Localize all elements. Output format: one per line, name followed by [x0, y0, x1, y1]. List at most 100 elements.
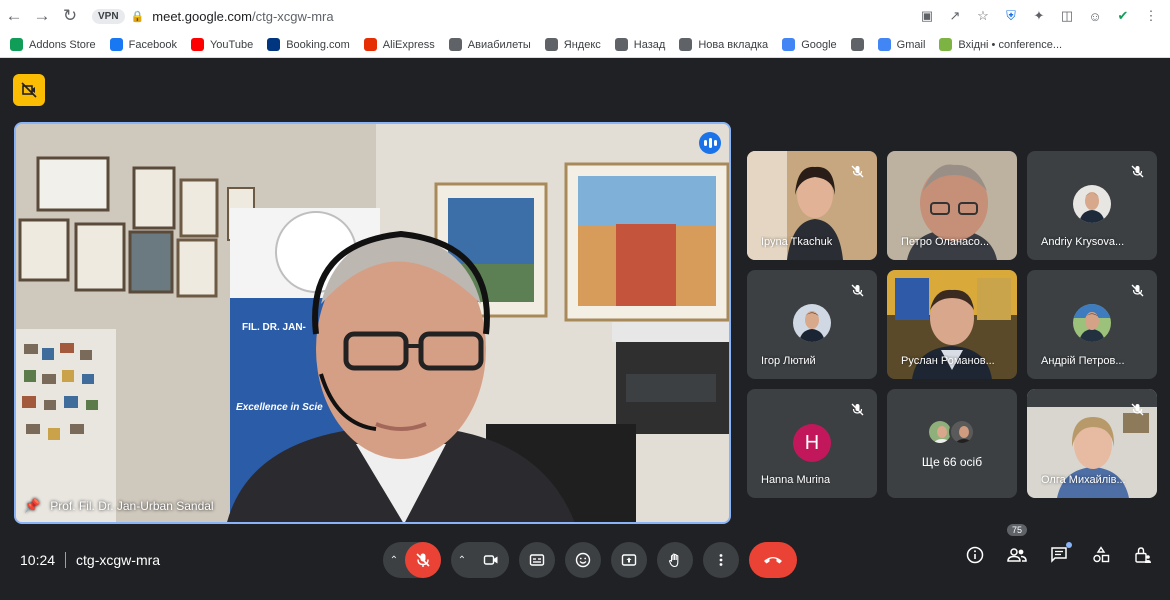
avatar [1073, 185, 1111, 223]
main-speaker-tile[interactable]: FIL. DR. JAN- Excellence in Scie 📌 Prof.… [14, 122, 731, 524]
hand-icon [668, 553, 679, 568]
bookmark-favicon-icon [850, 38, 864, 51]
avatar [793, 304, 831, 342]
participant-name: Hanna Murina [761, 474, 831, 486]
bookmark-item[interactable]: Авиабилеты [448, 38, 531, 51]
mic-toggle-button[interactable] [405, 542, 441, 578]
adblock-icon[interactable]: ✔ [1112, 5, 1134, 27]
banner-text-2: Excellence in Scie [236, 402, 323, 413]
mic-group: ⌃ [383, 542, 441, 578]
mic-off-icon [849, 401, 865, 417]
participant-tile[interactable]: Andriy Krysova... [1027, 151, 1157, 260]
bookmark-item[interactable]: Booking.com [267, 38, 350, 51]
speaking-indicator-icon [699, 132, 721, 154]
bookmark-item[interactable] [850, 38, 864, 51]
bookmark-item[interactable]: YouTube [190, 38, 253, 51]
puzzle-icon[interactable]: ✦ [1028, 5, 1050, 27]
participant-tile[interactable]: Руслан Романов... [887, 270, 1017, 379]
lock-person-icon [1135, 547, 1151, 563]
mic-off-icon [1129, 282, 1145, 298]
banner-text-1: FIL. DR. JAN- [242, 322, 306, 333]
people-button[interactable]: 75 [1006, 524, 1028, 566]
bookmarks-bar: Addons Store Facebook YouTube Booking.com Al… [0, 32, 1170, 58]
mic-off-icon [1129, 163, 1145, 179]
menu-icon[interactable]: ⋮ [1140, 5, 1162, 27]
bookmark-item[interactable]: Яндекс [544, 38, 601, 51]
url-path: /ctg-xcgw-mra [252, 8, 334, 24]
back-icon[interactable]: ← [0, 2, 28, 30]
host-controls-icon[interactable] [13, 74, 45, 106]
camera-icon [483, 555, 498, 565]
star-icon[interactable]: ☆ [972, 5, 994, 27]
participant-name: Ігор Лютий [761, 355, 816, 367]
meeting-details-button[interactable] [964, 544, 986, 566]
captions-button[interactable] [519, 542, 555, 578]
bookmark-item[interactable]: Вхідні • conference... [939, 38, 1062, 51]
meeting-code: ctg-xcgw-mra [76, 552, 161, 568]
share-icon[interactable]: ↗ [944, 5, 966, 27]
bookmark-item[interactable]: Google [782, 38, 837, 51]
camera-indicator-icon[interactable]: ▣ [916, 5, 938, 27]
activities-button[interactable] [1090, 544, 1112, 566]
present-button[interactable] [611, 542, 647, 578]
participant-name: Андрій Петров... [1041, 355, 1125, 367]
participant-tile[interactable]: Ігор Лютий [747, 270, 877, 379]
emoji-icon [575, 552, 591, 568]
more-options-button[interactable] [703, 542, 739, 578]
host-controls-button[interactable] [1132, 544, 1154, 566]
bookmark-favicon-icon [614, 38, 628, 51]
sidebar-icon[interactable]: ◫ [1056, 5, 1078, 27]
participant-name: Петро Оланасо... [901, 236, 990, 248]
participant-tile[interactable]: H Hanna Murina [747, 389, 877, 498]
pin-icon[interactable]: 📌 [24, 498, 40, 514]
info-icon [966, 546, 984, 564]
bookmark-label: Addons Store [29, 38, 96, 51]
bookmark-item[interactable]: Назад [614, 38, 666, 51]
chevron-up-icon[interactable]: ⌃ [451, 555, 473, 566]
raise-hand-button[interactable] [657, 542, 693, 578]
participant-name: Іруna Tkachuk [761, 236, 833, 248]
reload-icon[interactable]: ↻ [56, 2, 84, 30]
participant-tile[interactable]: Іруna Tkachuk [747, 151, 877, 260]
bookmark-favicon-icon [10, 38, 23, 51]
camera-group: ⌃ [451, 542, 509, 578]
leave-call-button[interactable] [749, 542, 797, 578]
chat-icon [1051, 547, 1067, 563]
bookmark-item[interactable]: Addons Store [10, 38, 96, 51]
meet-stage: FIL. DR. JAN- Excellence in Scie 📌 Prof.… [0, 58, 1170, 600]
mic-off-icon [1129, 401, 1145, 417]
chevron-up-icon[interactable]: ⌃ [383, 555, 405, 566]
bookmark-label: Яндекс [563, 38, 601, 51]
forward-icon[interactable]: → [28, 2, 56, 30]
participant-name: Руслан Романов... [901, 355, 995, 367]
captions-icon [529, 554, 545, 566]
bookmark-item[interactable]: Gmail [877, 38, 925, 51]
participant-tile[interactable]: Петро Оланасо... [887, 151, 1017, 260]
participant-name: Олга Михайлів... [1041, 474, 1126, 486]
shield-extension-icon[interactable]: ⛨ [1000, 5, 1022, 27]
bookmark-item[interactable]: Нова вкладка [679, 38, 768, 51]
lock-icon: 🔒 [130, 10, 145, 23]
participant-tile[interactable]: Андрій Петров... [1027, 270, 1157, 379]
bookmark-item[interactable]: Facebook [109, 38, 177, 51]
unread-dot [1066, 542, 1072, 548]
chat-button[interactable] [1048, 542, 1072, 566]
profile-icon[interactable]: ☺ [1084, 5, 1106, 27]
hang-up-icon [764, 557, 782, 564]
participant-name: Andriy Krysova... [1041, 236, 1125, 248]
address-bar[interactable]: 🔒 meet.google.com/ctg-xcgw-mra [131, 3, 891, 29]
participant-tile[interactable]: Олга Михайлів... [1027, 389, 1157, 498]
bookmark-item[interactable]: AliExpress [363, 38, 435, 51]
bookmark-label: Нова вкладка [698, 38, 769, 51]
avatar [1073, 304, 1111, 342]
bookmark-label: Вхідні • conference... [958, 38, 1063, 51]
mic-off-icon [416, 553, 430, 567]
more-vert-icon [719, 554, 723, 566]
camera-toggle-button[interactable] [473, 542, 509, 578]
vpn-badge[interactable]: VPN [92, 8, 125, 24]
bookmark-label: Назад [633, 38, 666, 51]
others-tile[interactable]: Ще 66 осіб [887, 389, 1017, 498]
bookmark-favicon-icon [877, 38, 891, 51]
mic-off-icon [849, 282, 865, 298]
reactions-button[interactable] [565, 542, 601, 578]
